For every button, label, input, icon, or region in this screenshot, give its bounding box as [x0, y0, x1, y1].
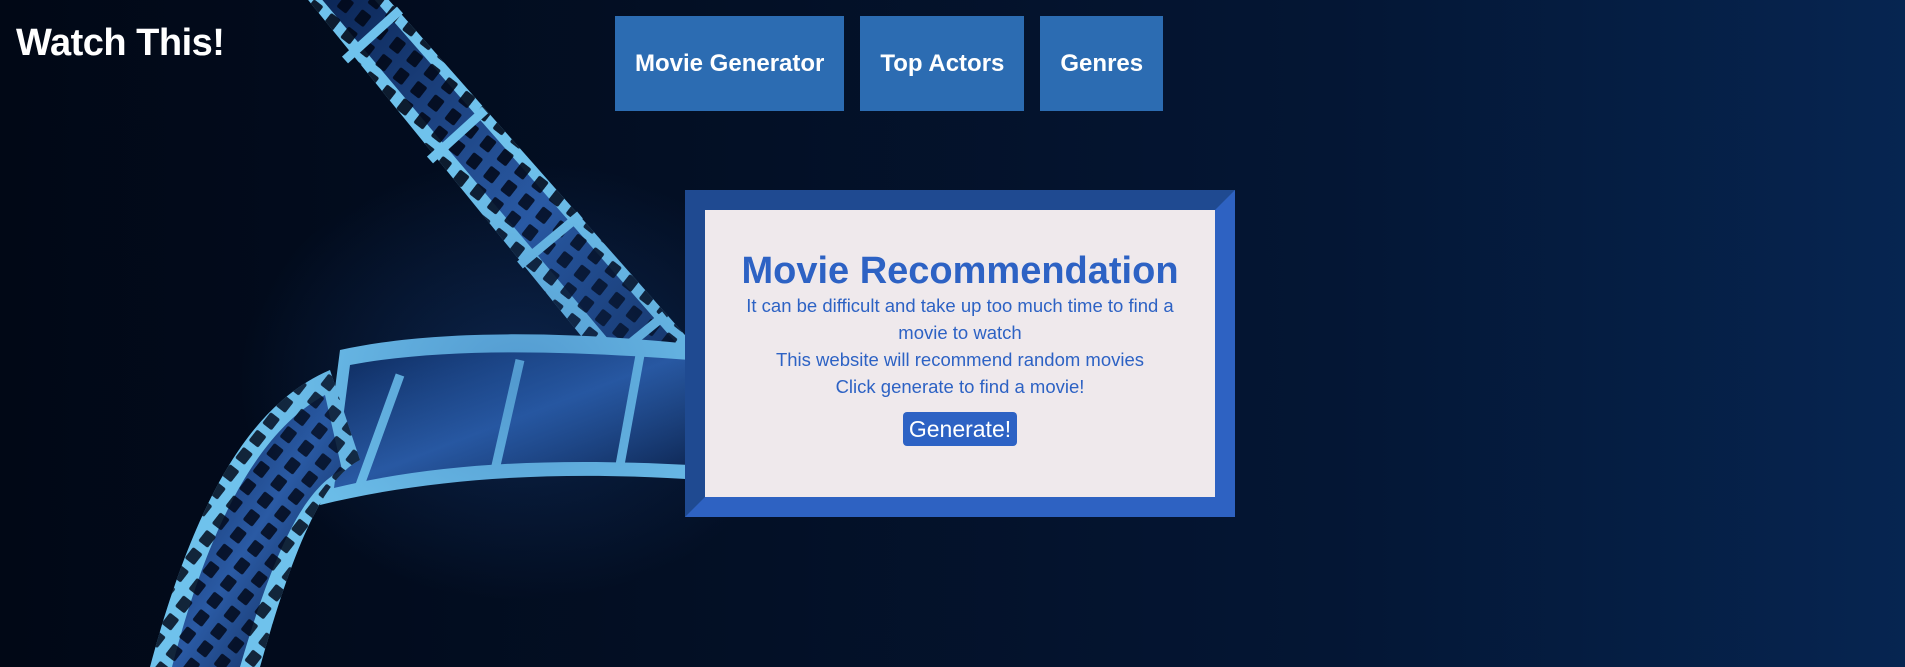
- main-nav: Movie Generator Top Actors Genres: [615, 16, 1164, 111]
- nav-top-actors-button[interactable]: Top Actors: [860, 16, 1025, 111]
- generate-button[interactable]: Generate!: [902, 411, 1018, 446]
- card-description-line-1: It can be difficult and take up too much…: [746, 294, 1174, 343]
- card-description-line-2: This website will recommend random movie…: [775, 348, 1145, 370]
- recommendation-card: Movie Recommendation It can be difficult…: [685, 190, 1235, 517]
- nav-movie-generator-button[interactable]: Movie Generator: [615, 16, 845, 111]
- card-title: Movie Recommendation: [741, 250, 1179, 292]
- nav-genres-button[interactable]: Genres: [1040, 16, 1164, 111]
- card-description-line-3: Click generate to find a movie!: [835, 375, 1085, 397]
- recommendation-card-content: Movie Recommendation It can be difficult…: [705, 210, 1215, 497]
- site-title: Watch This!: [16, 22, 225, 64]
